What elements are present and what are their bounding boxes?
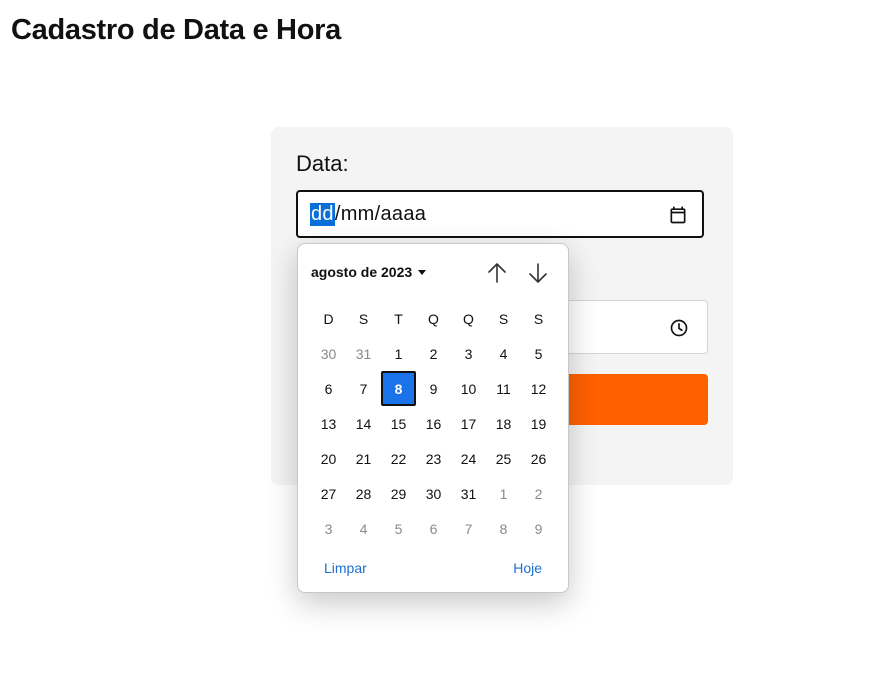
clock-icon[interactable] — [669, 318, 689, 338]
calendar-day[interactable]: 9 — [521, 511, 556, 546]
arrow-down-icon[interactable] — [525, 260, 551, 286]
weekday-header: S — [498, 310, 509, 327]
today-button[interactable]: Hoje — [513, 560, 542, 576]
month-year-select[interactable]: agosto de 2023 — [311, 264, 427, 280]
calendar-day[interactable]: 20 — [311, 441, 346, 476]
submit-button[interactable] — [555, 374, 708, 425]
calendar-day[interactable]: 1 — [486, 476, 521, 511]
calendar-day[interactable]: 2 — [416, 336, 451, 371]
date-input[interactable]: dd / mm / aaaa — [296, 190, 704, 238]
calendar-day[interactable]: 3 — [311, 511, 346, 546]
calendar-day[interactable]: 6 — [311, 371, 346, 406]
calendar-day[interactable]: 2 — [521, 476, 556, 511]
month-year-label: agosto de 2023 — [311, 264, 413, 280]
calendar-day[interactable]: 28 — [346, 476, 381, 511]
calendar-day[interactable]: 19 — [521, 406, 556, 441]
month-segment[interactable]: mm — [341, 203, 375, 226]
calendar-day[interactable]: 26 — [521, 441, 556, 476]
caret-down-icon — [418, 269, 427, 275]
calendar-day[interactable]: 13 — [311, 406, 346, 441]
calendar-grid: D S T Q Q S S 30 31 1 2 3 4 5 6 7 8 9 10 11 12 13 14 15 16 17 18 19… — [311, 301, 556, 546]
calendar-day[interactable]: 30 — [416, 476, 451, 511]
selected-day[interactable]: 8 — [381, 371, 416, 406]
calendar-day[interactable]: 23 — [416, 441, 451, 476]
calendar-day[interactable]: 17 — [451, 406, 486, 441]
calendar-day[interactable]: 31 — [346, 336, 381, 371]
calendar-day[interactable]: 5 — [381, 511, 416, 546]
calendar-day[interactable]: 8 — [486, 511, 521, 546]
calendar-day[interactable]: 10 — [451, 371, 486, 406]
calendar-day[interactable]: 7 — [451, 511, 486, 546]
calendar-day[interactable]: 22 — [381, 441, 416, 476]
datepicker-popup: agosto de 2023 D S T Q Q S S 30 31 1 2 3 4 5 6 7 8 9 10 11 1… — [297, 243, 569, 593]
calendar-day[interactable]: 27 — [311, 476, 346, 511]
calendar-day[interactable]: 3 — [451, 336, 486, 371]
time-input[interactable] — [555, 300, 708, 354]
calendar-day[interactable]: 4 — [486, 336, 521, 371]
calendar-day[interactable]: 4 — [346, 511, 381, 546]
weekday-header: T — [394, 310, 403, 327]
calendar-day[interactable]: 16 — [416, 406, 451, 441]
calendar-day[interactable]: 12 — [521, 371, 556, 406]
weekday-header: Q — [428, 310, 439, 327]
calendar-icon[interactable] — [668, 205, 688, 225]
calendar-day[interactable]: 6 — [416, 511, 451, 546]
clear-button[interactable]: Limpar — [324, 560, 367, 576]
calendar-day[interactable]: 9 — [416, 371, 451, 406]
year-segment[interactable]: aaaa — [381, 203, 427, 226]
calendar-day[interactable]: 21 — [346, 441, 381, 476]
date-segments: dd / mm / aaaa — [310, 203, 426, 226]
date-label: Data: — [296, 151, 349, 176]
day-segment[interactable]: dd — [310, 203, 335, 226]
calendar-day[interactable]: 7 — [346, 371, 381, 406]
calendar-day[interactable]: 25 — [486, 441, 521, 476]
calendar-day[interactable]: 24 — [451, 441, 486, 476]
arrow-up-icon[interactable] — [484, 260, 510, 286]
page-title: Cadastro de Data e Hora — [11, 14, 341, 46]
weekday-header: D — [323, 310, 334, 327]
calendar-day[interactable]: 1 — [381, 336, 416, 371]
calendar-day[interactable]: 15 — [381, 406, 416, 441]
calendar-day[interactable]: 14 — [346, 406, 381, 441]
calendar-day[interactable]: 31 — [451, 476, 486, 511]
weekday-header: S — [533, 310, 544, 327]
calendar-day[interactable]: 30 — [311, 336, 346, 371]
calendar-day[interactable]: 11 — [486, 371, 521, 406]
calendar-day[interactable]: 18 — [486, 406, 521, 441]
weekday-header: S — [358, 310, 369, 327]
calendar-day[interactable]: 5 — [521, 336, 556, 371]
weekday-header: Q — [463, 310, 474, 327]
calendar-day[interactable]: 29 — [381, 476, 416, 511]
